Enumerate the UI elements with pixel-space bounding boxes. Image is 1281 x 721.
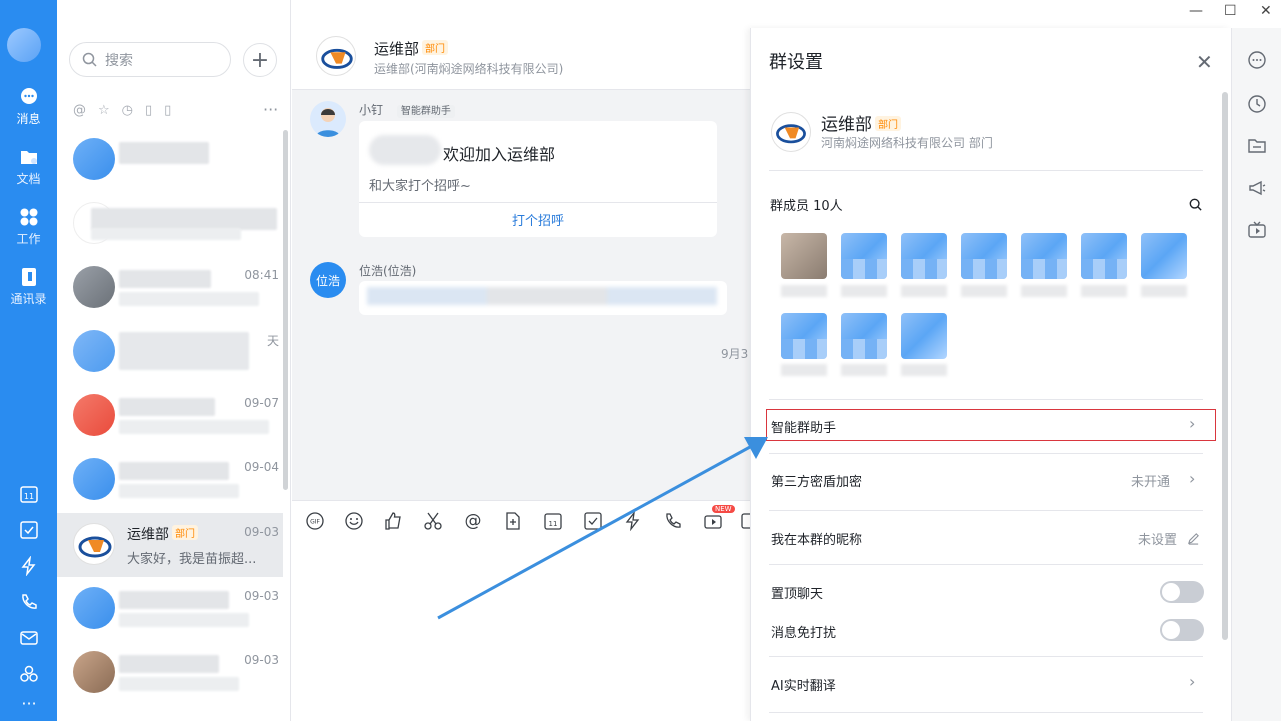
right-toolbar (1231, 28, 1281, 721)
annotation-arrow (437, 437, 768, 620)
live-tv-icon[interactable] (1247, 220, 1267, 244)
history-clock-icon[interactable] (1247, 94, 1267, 118)
files-folder-icon[interactable] (1247, 136, 1267, 160)
more-circle-icon[interactable] (1247, 50, 1267, 74)
announcement-icon[interactable] (1247, 178, 1267, 202)
